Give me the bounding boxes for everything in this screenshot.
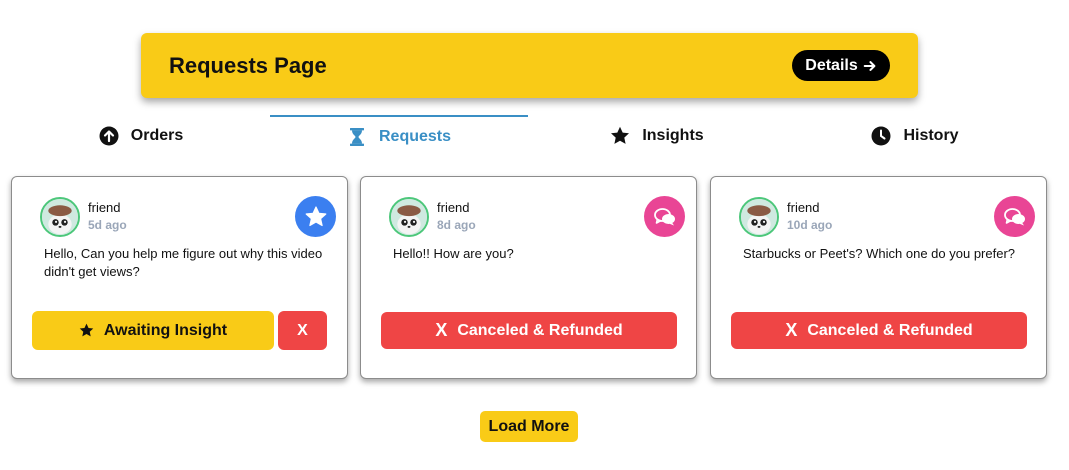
page-header: Requests Page Details (141, 33, 918, 98)
canceled-refunded-label: Canceled & Refunded (807, 321, 973, 339)
canceled-refunded-button[interactable]: X Canceled & Refunded (381, 312, 677, 349)
avatar (40, 197, 80, 237)
details-button-label: Details (805, 56, 858, 74)
star-outline-icon (305, 205, 326, 226)
arrow-up-circle-icon (99, 126, 119, 146)
request-card: friend 8d ago Hello!! How are you? X Can… (360, 176, 697, 379)
tab-requests-label: Requests (378, 128, 452, 145)
chat-bubbles-glyph-icon (653, 207, 675, 225)
x-mark-icon: X (785, 320, 798, 340)
avatar (739, 197, 779, 237)
cancel-request-button[interactable]: X (278, 311, 327, 350)
panda-avatar-icon (741, 199, 777, 235)
clock-icon (871, 126, 891, 146)
awaiting-insight-button[interactable]: Awaiting Insight (32, 311, 274, 350)
user-name: friend (787, 200, 820, 215)
chat-bubbles-glyph-icon (1003, 207, 1025, 225)
tab-history-label: History (903, 127, 959, 144)
tab-requests[interactable]: Requests (270, 115, 528, 157)
canceled-refunded-label: Canceled & Refunded (457, 321, 623, 339)
star-badge-icon (295, 196, 336, 237)
user-name: friend (437, 200, 470, 215)
cancel-request-label: X (297, 321, 308, 339)
avatar (389, 197, 429, 237)
user-name: friend (88, 200, 121, 215)
details-button[interactable]: Details (792, 50, 890, 81)
arrow-right-icon (863, 60, 876, 71)
chat-bubbles-icon (644, 196, 685, 237)
request-time: 5d ago (88, 218, 127, 232)
load-more-button[interactable]: Load More (480, 411, 578, 442)
tab-history[interactable]: History (786, 115, 1044, 157)
panda-avatar-icon (391, 199, 427, 235)
awaiting-insight-label: Awaiting Insight (103, 321, 228, 339)
request-card: friend 10d ago Starbucks or Peet's? Whic… (710, 176, 1047, 379)
request-time: 10d ago (787, 218, 833, 232)
tab-insights-label: Insights (642, 127, 704, 144)
star-icon (611, 126, 630, 144)
hourglass-icon (349, 128, 364, 146)
page-title: Requests Page (169, 53, 327, 78)
request-time: 8d ago (437, 218, 476, 232)
tab-orders-label: Orders (130, 127, 184, 144)
request-message: Starbucks or Peet's? Which one do you pr… (743, 246, 1016, 261)
chat-bubbles-icon (994, 196, 1035, 237)
x-mark-icon: X (435, 320, 448, 340)
tab-insights[interactable]: Insights (528, 115, 786, 157)
request-card: friend 5d ago Hello, Can you help me fig… (11, 176, 348, 379)
request-message: Hello!! How are you? (393, 246, 514, 261)
star-icon (79, 323, 94, 337)
canceled-refunded-button[interactable]: X Canceled & Refunded (731, 312, 1027, 349)
panda-avatar-icon (42, 199, 78, 235)
tab-orders[interactable]: Orders (12, 115, 270, 157)
request-message: Hello, Can you help me figure out why th… (44, 246, 323, 279)
